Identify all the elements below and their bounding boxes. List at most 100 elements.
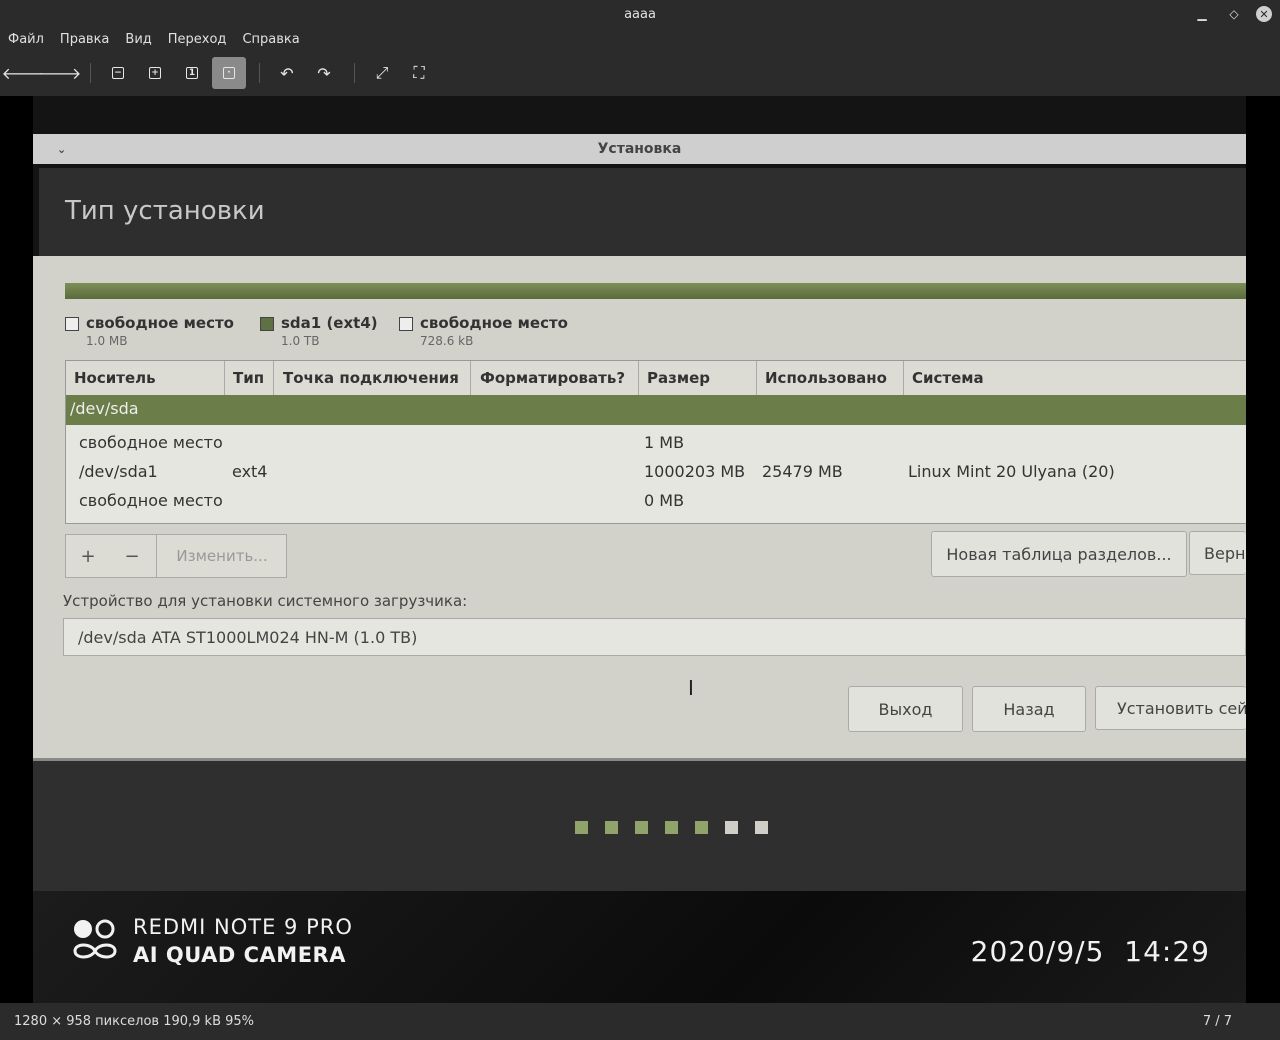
- image-counter: 7 / 7: [1202, 1014, 1232, 1029]
- image-viewport[interactable]: ⌄ Установка Тип установки свободное мест…: [33, 96, 1246, 1003]
- used-cell: 25479 MB: [762, 462, 843, 481]
- menubar: Файл Правка Вид Переход Справка: [0, 28, 1280, 50]
- column-divider: [273, 361, 274, 395]
- watermark-model: REDMI NOTE 9 PRO: [133, 915, 353, 939]
- legend-name: свободное место: [420, 314, 568, 332]
- progress-dot: [575, 821, 588, 834]
- size-cell: 0 MB: [644, 491, 685, 510]
- back-button[interactable]: Назад: [972, 686, 1086, 732]
- table-header: Носитель Тип Точка подключения Форматиро…: [66, 361, 1246, 395]
- image-info: 1280 × 958 пикселов 190,9 kB 95%: [14, 1014, 255, 1029]
- device-cell: свободное место: [79, 491, 223, 510]
- legend-size: 1.0 TB: [281, 334, 320, 348]
- best-fit-icon[interactable]: ·: [212, 57, 246, 89]
- device-cell: /dev/sda1: [79, 462, 158, 481]
- bootloader-label: Устройство для установки системного загр…: [63, 592, 468, 610]
- new-partition-table-button[interactable]: Новая таблица разделов...: [931, 531, 1187, 577]
- toolbar-separator: [90, 63, 91, 83]
- legend-size: 728.6 kB: [420, 334, 474, 348]
- photo-page-heading: Тип установки: [65, 196, 265, 226]
- add-partition-button[interactable]: +: [66, 535, 110, 577]
- photo-watermark-area: REDMI NOTE 9 PRO AI QUAD CAMERA 2020/9/5…: [33, 891, 1246, 1003]
- legend-name: свободное место: [86, 314, 234, 332]
- camera-logo-icon: [73, 919, 117, 959]
- legend-item: свободное место 1.0 MB: [65, 314, 234, 348]
- size-cell: 1000203 MB: [644, 462, 746, 481]
- legend-name: sda1 (ext4): [281, 314, 378, 332]
- minimize-icon[interactable]: ▁: [1192, 4, 1212, 24]
- zoom-original-icon[interactable]: 1: [175, 57, 209, 89]
- legend-swatch: [260, 317, 274, 331]
- photo-datetime: 2020/9/5 14:29: [970, 935, 1210, 968]
- column-header[interactable]: Тип: [233, 369, 264, 387]
- column-header[interactable]: Система: [912, 369, 984, 387]
- column-divider: [903, 361, 904, 395]
- progress-dot: [695, 821, 708, 834]
- column-header[interactable]: Размер: [647, 369, 710, 387]
- photo-dialog-footer: [33, 758, 1246, 891]
- legend-size: 1.0 MB: [86, 334, 128, 348]
- column-divider: [470, 361, 471, 395]
- legend-swatch: [65, 317, 79, 331]
- device-cell: свободное место: [79, 433, 223, 452]
- progress-dot: [635, 821, 648, 834]
- bootloader-device-select[interactable]: /dev/sda ATA ST1000LM024 HN-M (1.0 TB): [63, 618, 1246, 656]
- remove-partition-button[interactable]: −: [110, 535, 154, 577]
- progress-dot: [725, 821, 738, 834]
- column-divider: [224, 361, 225, 395]
- text-cursor-icon: I: [688, 676, 694, 700]
- type-cell: ext4: [232, 462, 268, 481]
- menu-file[interactable]: Файл: [0, 32, 52, 47]
- progress-dots: [575, 821, 768, 834]
- rotate-right-icon[interactable]: ↷: [307, 57, 341, 89]
- fullscreen-icon[interactable]: ⤢: [365, 57, 399, 89]
- partition-button-bar: + − Изменить...: [65, 534, 287, 578]
- quit-button[interactable]: Выход: [848, 686, 963, 732]
- toolbar-separator: [259, 63, 260, 83]
- legend-item: свободное место 728.6 kB: [399, 314, 568, 348]
- close-icon[interactable]: ✕: [1256, 6, 1272, 22]
- menu-go[interactable]: Переход: [160, 32, 235, 47]
- revert-button[interactable]: Верн: [1189, 531, 1246, 575]
- chevron-down-icon: ⌄: [57, 142, 67, 156]
- zoom-out-icon[interactable]: −: [101, 57, 135, 89]
- window-titlebar: aaaa ▁ ◇ ✕: [0, 0, 1280, 28]
- rotate-left-icon[interactable]: ↶: [270, 57, 304, 89]
- install-now-button[interactable]: Установить сей: [1095, 686, 1246, 730]
- legend-item: sda1 (ext4) 1.0 TB: [260, 314, 378, 348]
- progress-dot: [665, 821, 678, 834]
- toolbar-separator: [354, 63, 355, 83]
- window-controls: ▁ ◇ ✕: [1192, 4, 1272, 24]
- legend-swatch: [399, 317, 413, 331]
- table-row-selected[interactable]: /dev/sda: [66, 395, 1246, 425]
- photo-dialog-body: свободное место 1.0 MB sda1 (ext4) 1.0 T…: [33, 256, 1246, 758]
- device-cell: /dev/sda: [70, 399, 139, 418]
- column-divider: [638, 361, 639, 395]
- statusbar: 1280 × 958 пикселов 190,9 kB 95% 7 / 7: [0, 1003, 1280, 1040]
- photo-dialog-title: Установка: [597, 141, 682, 157]
- menu-edit[interactable]: Правка: [52, 32, 117, 47]
- system-cell: Linux Mint 20 Ulyana (20): [908, 462, 1115, 481]
- slideshow-icon[interactable]: ⛶: [402, 57, 436, 89]
- back-arrow-icon[interactable]: 🡐: [2, 57, 45, 89]
- size-cell: 1 MB: [644, 433, 685, 452]
- menu-help[interactable]: Справка: [234, 32, 307, 47]
- partition-bar: [65, 283, 1246, 299]
- column-divider: [756, 361, 757, 395]
- column-header[interactable]: Точка подключения: [283, 369, 459, 387]
- change-partition-button[interactable]: Изменить...: [156, 535, 287, 577]
- column-header[interactable]: Использовано: [765, 369, 887, 387]
- menu-view[interactable]: Вид: [117, 32, 159, 47]
- photo-dialog-titlebar: ⌄ Установка: [33, 134, 1246, 164]
- photo-page-header: Тип установки: [39, 168, 1246, 256]
- zoom-in-icon[interactable]: +: [138, 57, 172, 89]
- forward-arrow-icon[interactable]: 🡒: [39, 57, 82, 89]
- window-title: aaaa: [624, 6, 656, 22]
- partition-table: Носитель Тип Точка подключения Форматиро…: [65, 360, 1246, 524]
- toolbar: 🡐 🡒 − + 1 · ↶ ↷ ⤢ ⛶: [0, 50, 1280, 96]
- column-header[interactable]: Форматировать?: [480, 369, 625, 387]
- column-header[interactable]: Носитель: [74, 369, 156, 387]
- maximize-icon[interactable]: ◇: [1224, 4, 1244, 24]
- progress-dot: [755, 821, 768, 834]
- progress-dot: [605, 821, 618, 834]
